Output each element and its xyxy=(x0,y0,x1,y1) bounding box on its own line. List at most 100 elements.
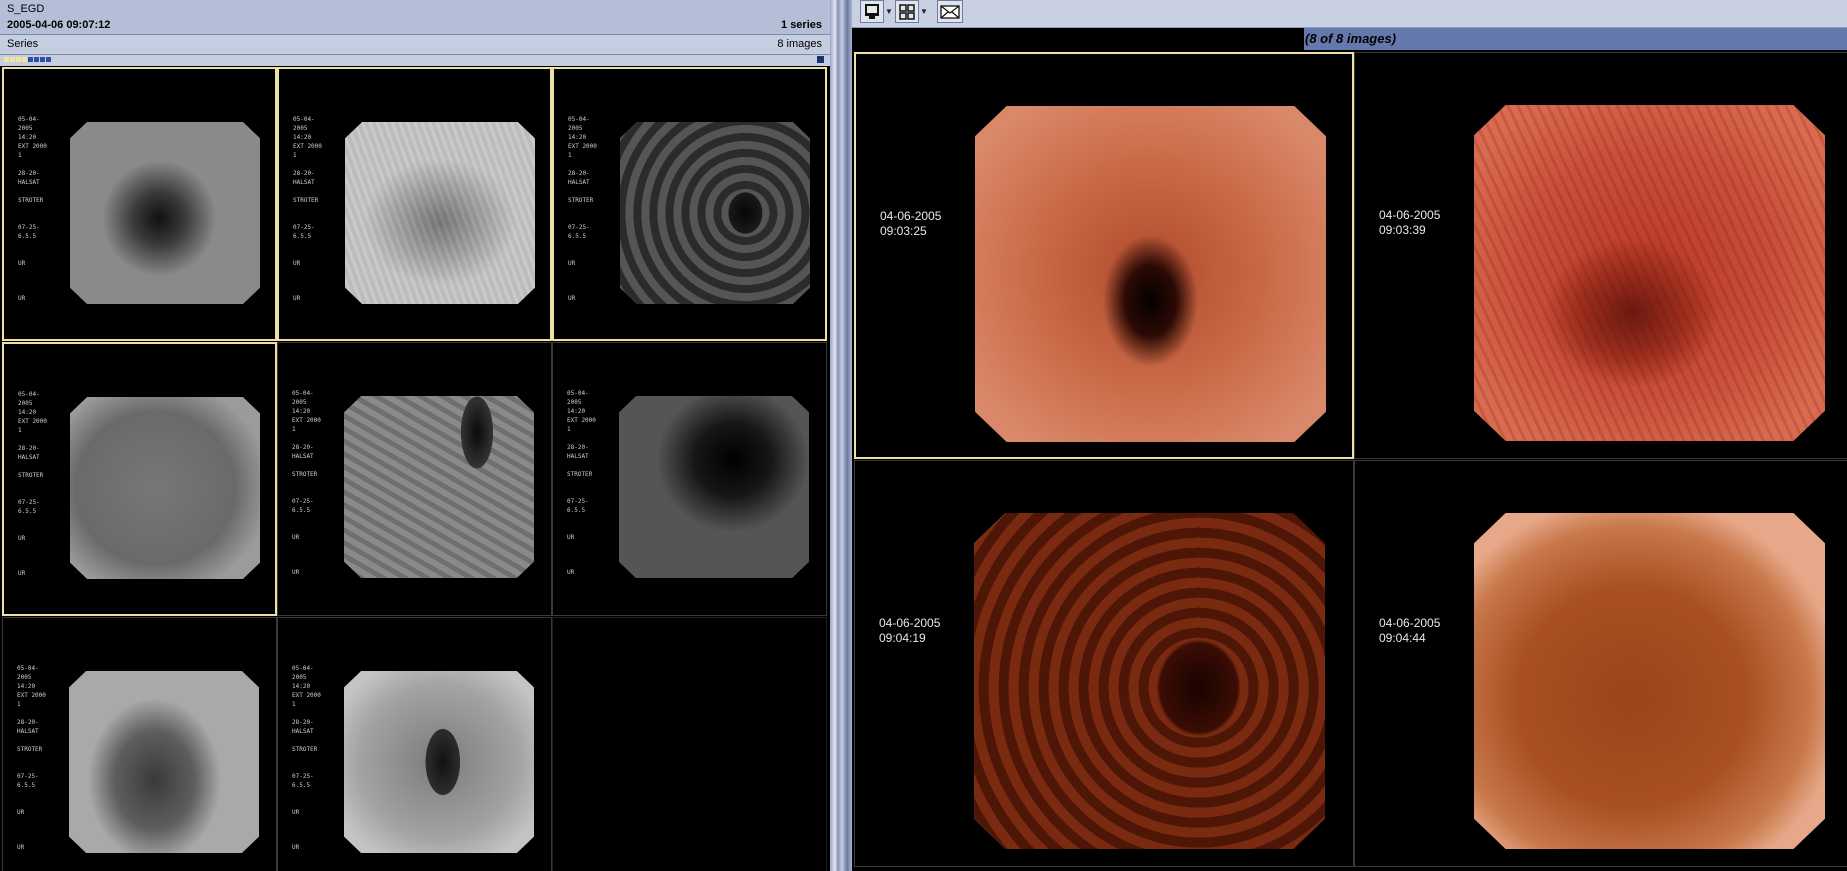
send-mail-button[interactable] xyxy=(937,0,963,23)
viewer-tile-1[interactable]: 04-06-2005 09:03:25 xyxy=(854,52,1354,459)
thumb-overlay-line xyxy=(293,187,327,196)
thumb-overlay-line: 05-04-2005 xyxy=(293,116,315,132)
page-dot[interactable] xyxy=(22,57,27,62)
thumb-overlay-line: UR xyxy=(18,260,26,267)
viewer-tile-3[interactable]: 04-06-2005 09:04:19 xyxy=(854,460,1354,867)
thumb-overlay-line xyxy=(18,214,52,223)
panel-menu-button[interactable] xyxy=(817,56,824,63)
thumb-overlay-line xyxy=(568,241,602,250)
thumb-overlay-line: UR xyxy=(17,809,25,816)
thumb-overlay-text: 05-04-2005 14:20 EXT 2000 1 28-20- HALSAT ST… xyxy=(567,389,601,542)
thumb-overlay-line xyxy=(568,160,602,169)
tile-date: 04-06-2005 xyxy=(1379,208,1441,222)
thumb-overlay-line: 14:20 xyxy=(292,683,311,690)
thumbnail-8[interactable]: 05-04-2005 14:20 EXT 2000 1 28-20- HALSAT ST… xyxy=(277,617,552,871)
study-header[interactable]: S_EGD 2005-04-06 09:07:12 1 series xyxy=(0,0,830,35)
thumb-overlay-line: 05-04-2005 xyxy=(568,116,590,132)
thumb-overlay-text: 05-04-2005 14:20 EXT 2000 1 28-20- HALSAT ST… xyxy=(18,390,52,543)
thumb-overlay-line: 6.5.5 xyxy=(292,507,311,514)
endoscopy-thumbnail-image xyxy=(70,122,260,304)
thumbnail-4[interactable]: 05-04-2005 14:20 EXT 2000 1 28-20- HALSAT ST… xyxy=(2,342,277,616)
thumbnail-7[interactable]: 05-04-2005 14:20 EXT 2000 1 28-20- HALSAT ST… xyxy=(2,617,277,871)
thumb-overlay-line: 6.5.5 xyxy=(568,233,587,240)
tile-time: 09:03:25 xyxy=(880,224,927,238)
thumb-overlay-line: 07-25- xyxy=(568,224,590,231)
thumb-overlay-line: HALSAT xyxy=(18,454,40,461)
page-dot[interactable] xyxy=(16,57,21,62)
thumb-overlay-ur: UR xyxy=(292,844,300,851)
endoscopy-thumbnail-image xyxy=(69,671,259,853)
grid-layout-icon xyxy=(899,4,915,20)
endoscopy-image xyxy=(974,513,1325,849)
thumb-overlay-line: EXT 2000 xyxy=(18,418,47,425)
endoscopy-thumbnail-image xyxy=(619,396,809,578)
page-dot[interactable] xyxy=(40,57,45,62)
thumb-overlay-line xyxy=(18,489,52,498)
series-panel: S_EGD 2005-04-06 09:07:12 1 series Serie… xyxy=(0,0,830,871)
thumb-overlay-line xyxy=(568,187,602,196)
thumbnail-5[interactable]: 05-04-2005 14:20 EXT 2000 1 28-20- HALSAT ST… xyxy=(277,342,552,616)
thumbnail-1[interactable]: 05-04-2005 14:20 EXT 2000 1 28-20- HALSAT ST… xyxy=(2,67,277,341)
dropdown-arrow-icon[interactable]: ▼ xyxy=(920,3,928,20)
thumb-overlay-line: 6.5.5 xyxy=(292,782,311,789)
tile-time: 09:04:44 xyxy=(1379,631,1426,645)
tile-layout-button[interactable] xyxy=(895,0,919,23)
thumb-overlay-line: 14:20 xyxy=(568,134,587,141)
endoscopy-image xyxy=(1474,105,1825,441)
thumb-overlay-line: EXT 2000 xyxy=(18,143,47,150)
thumb-overlay-ur: UR xyxy=(17,844,25,851)
thumb-overlay-line xyxy=(568,214,602,223)
viewer-tile-4[interactable]: 04-06-2005 09:04:44 xyxy=(1354,460,1847,867)
monitor-layout-button[interactable] xyxy=(860,0,884,23)
thumb-overlay-line: 07-25- xyxy=(567,498,589,505)
thumb-overlay-line: HALSAT xyxy=(292,728,314,735)
thumb-overlay-text: 05-04-2005 14:20 EXT 2000 1 28-20- HALSAT ST… xyxy=(17,664,51,817)
thumb-overlay-line xyxy=(293,205,327,214)
panel-splitter[interactable] xyxy=(830,0,852,871)
thumb-overlay-line xyxy=(292,434,326,443)
thumb-overlay-line: STROTER xyxy=(17,746,43,753)
thumb-overlay-line: STROTER xyxy=(293,197,319,204)
page-dot[interactable] xyxy=(34,57,39,62)
dropdown-arrow-icon[interactable]: ▼ xyxy=(885,3,893,20)
thumb-overlay-line: 14:20 xyxy=(292,408,311,415)
thumb-overlay-line: 05-04-2005 xyxy=(17,665,39,681)
thumb-overlay-line xyxy=(18,241,52,250)
thumbnail-2[interactable]: 05-04-2005 14:20 EXT 2000 1 28-20- HALSAT ST… xyxy=(277,67,552,341)
thumb-overlay-line: 28-20- xyxy=(292,719,314,726)
thumb-overlay-line: 05-04-2005 xyxy=(18,116,40,132)
thumb-overlay-line: 07-25- xyxy=(17,773,39,780)
thumb-overlay-line xyxy=(567,479,601,488)
thumb-overlay-ur: UR xyxy=(18,570,26,577)
thumb-overlay-line: 07-25- xyxy=(292,498,314,505)
timestamp-overlay: 04-06-2005 09:04:44 xyxy=(1379,616,1440,646)
thumb-overlay-line xyxy=(567,461,601,470)
thumb-overlay-line xyxy=(292,799,326,808)
endoscopy-thumbnail-image xyxy=(344,671,534,853)
thumb-overlay-ur: UR xyxy=(18,295,26,302)
thumb-overlay-line: EXT 2000 xyxy=(568,143,597,150)
thumb-overlay-line: 6.5.5 xyxy=(567,507,586,514)
thumbnail-3[interactable]: 05-04-2005 14:20 EXT 2000 1 28-20- HALSAT ST… xyxy=(552,67,827,341)
thumb-overlay-line xyxy=(568,205,602,214)
page-dot[interactable] xyxy=(46,57,51,62)
thumb-overlay-line: EXT 2000 xyxy=(17,692,46,699)
thumbnail-6[interactable]: 05-04-2005 14:20 EXT 2000 1 28-20- HALSAT ST… xyxy=(552,342,827,616)
thumb-overlay-line xyxy=(18,187,52,196)
page-dot[interactable] xyxy=(28,57,33,62)
series-header[interactable]: Series 8 images xyxy=(0,35,830,55)
page-indicator-bar[interactable] xyxy=(0,55,830,66)
page-dot[interactable] xyxy=(4,57,9,62)
thumb-overlay-text: 05-04-2005 14:20 EXT 2000 1 28-20- HALSAT ST… xyxy=(568,115,602,268)
series-count: 1 series xyxy=(781,19,822,31)
viewer-tile-2[interactable]: 04-06-2005 09:03:39 xyxy=(1354,52,1847,459)
viewer-title-bar: (8 of 8 images) xyxy=(852,28,1847,50)
thumb-overlay-line: 6.5.5 xyxy=(17,782,36,789)
thumb-overlay-line: 28-20- xyxy=(18,445,40,452)
thumb-overlay-line: 1 xyxy=(293,152,297,159)
page-dot[interactable] xyxy=(10,57,15,62)
thumb-overlay-line: 05-04-2005 xyxy=(567,390,589,406)
thumb-overlay-line: 1 xyxy=(17,701,21,708)
thumb-overlay-line: EXT 2000 xyxy=(567,417,596,424)
endoscopy-thumbnail-image xyxy=(620,122,810,304)
